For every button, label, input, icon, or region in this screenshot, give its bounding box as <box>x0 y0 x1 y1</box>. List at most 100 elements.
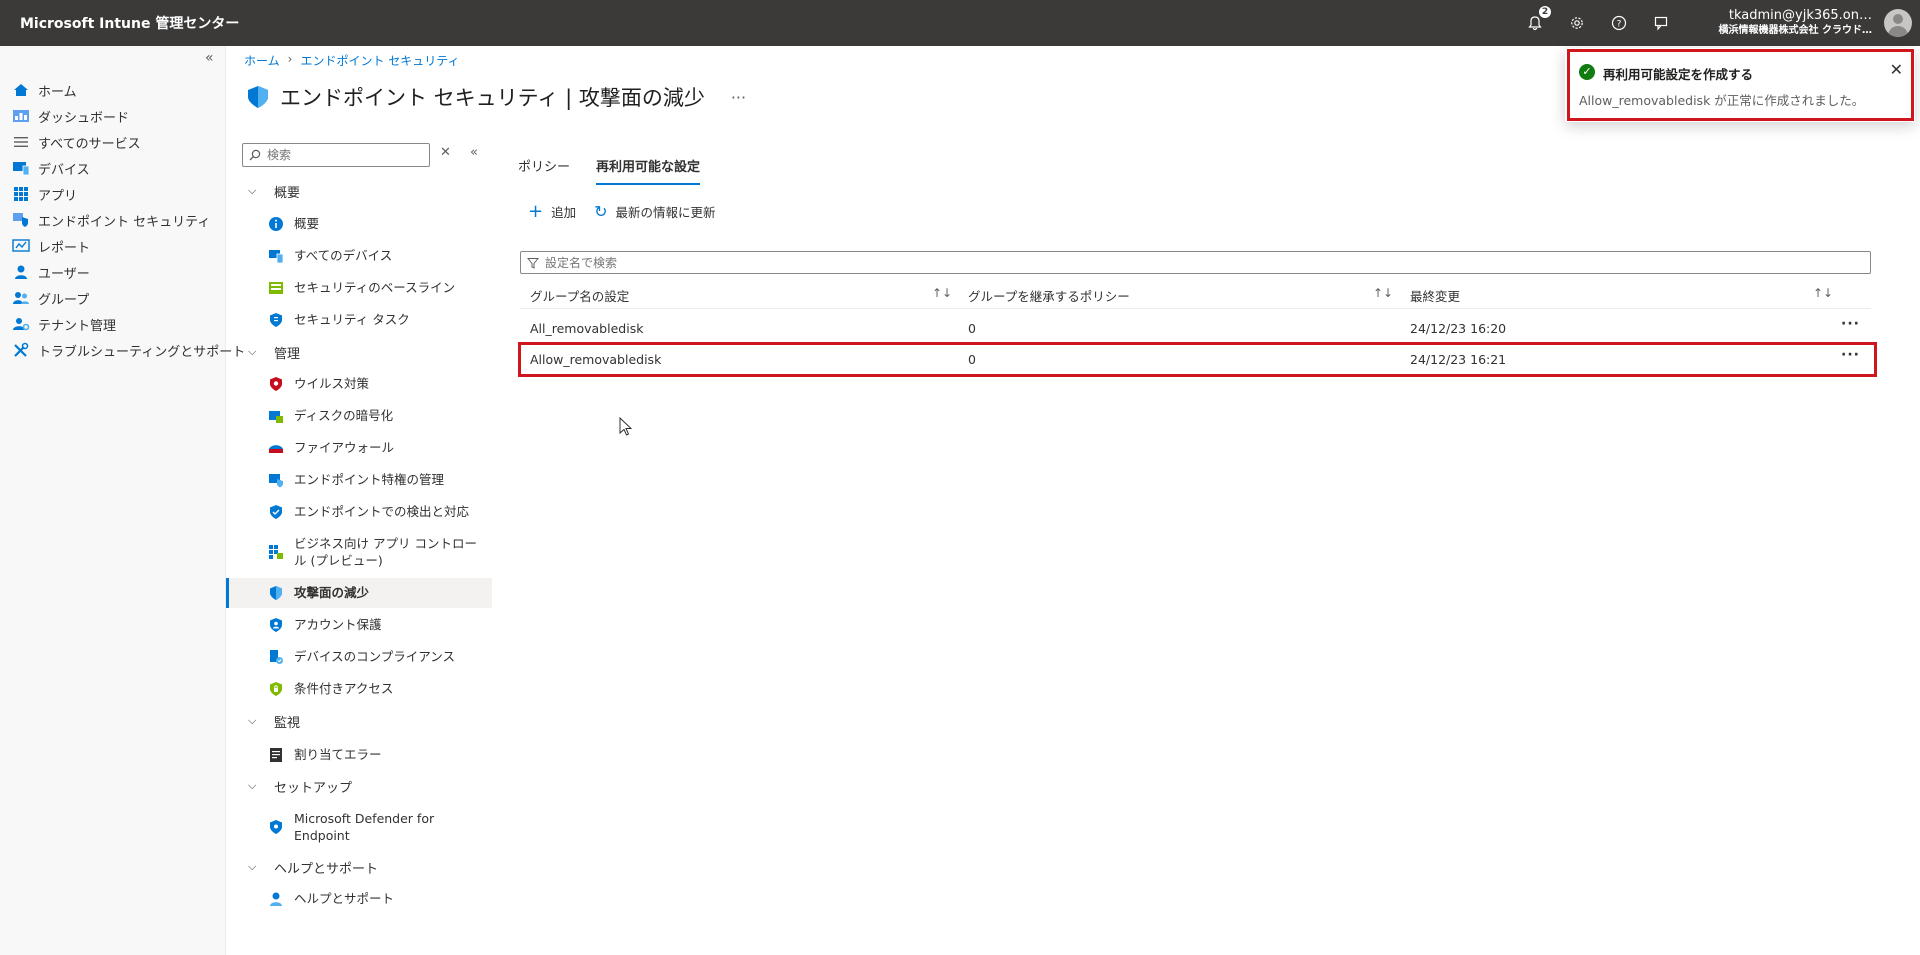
page-header: エンドポイント セキュリティ | 攻撃面の減少 ··· <box>246 82 746 112</box>
sort-icon[interactable]: ↑↓ <box>1813 286 1833 300</box>
more-icon[interactable]: ··· <box>731 88 746 107</box>
item-label: すべてのデバイス <box>294 248 393 263</box>
add-button[interactable]: + 追加 <box>528 202 576 221</box>
item-label: 割り当てエラー <box>294 747 382 762</box>
help-support-icon <box>268 891 284 907</box>
clear-search-icon[interactable]: ✕ <box>440 145 451 160</box>
subnav-item-tasks[interactable]: セキュリティ タスク <box>268 311 410 328</box>
page-title: エンドポイント セキュリティ | 攻撃面の減少 <box>280 86 705 110</box>
column-header-modified[interactable]: 最終変更 <box>1410 286 1460 305</box>
mouse-cursor-icon <box>619 417 633 436</box>
subnav-group-manage[interactable]: ⌵ 管理 <box>248 341 300 363</box>
collapse-subnav-icon[interactable]: « <box>470 145 478 160</box>
shield-icon <box>246 84 270 110</box>
avatar[interactable] <box>1884 9 1912 37</box>
row-more-icon[interactable]: ··· <box>1841 316 1860 332</box>
subnav-item-help-support[interactable]: ヘルプとサポート <box>268 890 394 907</box>
subnav-item-defender[interactable]: Microsoft Defender for Endpoint <box>268 810 434 844</box>
item-label: ウイルス対策 <box>294 376 370 391</box>
cell-name[interactable]: All_removabledisk <box>530 321 643 336</box>
nav-item-devices[interactable]: デバイス <box>12 155 90 181</box>
sort-icon[interactable]: ↑↓ <box>1373 286 1393 300</box>
subnav-item-app-control[interactable]: ビジネス向け アプリ コントロー ル (プレビュー) <box>268 535 477 569</box>
nav-label: グループ <box>38 292 90 308</box>
nav-label: デバイス <box>38 162 90 178</box>
bell-icon[interactable]: 2 <box>1526 6 1551 32</box>
subnav-item-privilege[interactable]: エンドポイント特権の管理 <box>268 471 444 488</box>
subnav-item-disk-encryption[interactable]: ディスクの暗号化 <box>268 407 393 424</box>
user-info[interactable]: tkadmin@yjk365.on… 横浜情報機器株式会社 クラウド… <box>1719 8 1872 38</box>
nav-item-tenant-admin[interactable]: テナント管理 <box>12 311 116 337</box>
subnav-search-input[interactable] <box>267 148 417 162</box>
nav-item-troubleshooting[interactable]: トラブルシューティングとサポート <box>12 337 245 363</box>
subnav-item-compliance[interactable]: デバイスのコンプライアンス <box>268 648 455 665</box>
nav-item-users[interactable]: ユーザー <box>12 259 90 285</box>
nav-item-endpoint-security[interactable]: エンドポイント セキュリティ <box>12 207 210 233</box>
nav-item-all-services[interactable]: すべてのサービス <box>12 129 141 155</box>
nav-item-dashboard[interactable]: ダッシュボード <box>12 103 129 129</box>
active-item-indicator <box>226 578 229 608</box>
item-label: デバイスのコンプライアンス <box>294 649 456 664</box>
firewall-icon <box>268 440 284 456</box>
subnav-item-assign-errors[interactable]: 割り当てエラー <box>268 746 382 763</box>
collapse-nav-icon[interactable]: « <box>205 50 214 66</box>
nav-label: エンドポイント セキュリティ <box>38 214 211 230</box>
item-label: ヘルプとサポート <box>294 891 395 906</box>
chevron-down-icon: ⌵ <box>248 184 257 197</box>
nav-item-groups[interactable]: グループ <box>12 285 89 311</box>
subnav-item-account-protection[interactable]: アカウント保護 <box>268 616 382 633</box>
subnav-group-help[interactable]: ⌵ ヘルプとサポート <box>248 856 378 878</box>
chevron-down-icon: ⌵ <box>248 714 257 727</box>
column-header-name[interactable]: グループ名の設定 <box>530 286 629 305</box>
refresh-icon: ↻ <box>594 202 608 221</box>
item-label: 条件付きアクセス <box>294 681 394 696</box>
subnav-item-all-devices[interactable]: すべてのデバイス <box>268 247 392 264</box>
nav-item-home[interactable]: ホーム <box>12 77 77 103</box>
subnav-item-baselines[interactable]: セキュリティのベースライン <box>268 279 455 296</box>
subnav-search[interactable] <box>242 143 430 167</box>
breadcrumb-home[interactable]: ホーム <box>244 52 280 69</box>
nav-item-apps[interactable]: アプリ <box>12 181 77 207</box>
item-label: 概要 <box>294 216 320 231</box>
home-icon <box>12 82 30 98</box>
subnav-item-antivirus[interactable]: ウイルス対策 <box>268 375 369 392</box>
tab-reusable-settings[interactable]: 再利用可能な設定 <box>596 156 701 185</box>
item-label: 攻撃面の減少 <box>294 585 370 600</box>
subnav-group-setup[interactable]: ⌵ セットアップ <box>248 775 352 797</box>
sort-icon[interactable]: ↑↓ <box>932 286 952 300</box>
column-header-policies[interactable]: グループを継承するポリシー <box>968 286 1130 305</box>
item-label: セキュリティのベースライン <box>294 280 456 295</box>
plus-icon: + <box>528 200 544 222</box>
disk-encryption-icon <box>268 408 284 424</box>
subnav-item-edr[interactable]: エンドポイントでの検出と対応 <box>268 503 469 520</box>
refresh-label: 最新の情報に更新 <box>615 205 716 220</box>
svg-text:?: ? <box>1617 20 1622 30</box>
filter-box[interactable] <box>520 251 1871 274</box>
subnav-item-asr[interactable]: 攻撃面の減少 <box>268 584 369 601</box>
tab-bar: ポリシー 再利用可能な設定 <box>518 156 701 185</box>
app-title[interactable]: Microsoft Intune 管理センター <box>20 13 239 33</box>
subnav-item-conditional-access[interactable]: 条件付きアクセス <box>268 680 393 697</box>
chevron-down-icon: ⌵ <box>248 345 257 358</box>
breadcrumb: ホーム › エンドポイント セキュリティ <box>244 52 460 69</box>
subnav-item-overview[interactable]: 概要 <box>268 215 319 232</box>
compliance-icon <box>268 649 284 665</box>
gear-icon[interactable] <box>1568 14 1586 32</box>
group-label: ヘルプとサポート <box>274 861 379 877</box>
filter-input[interactable] <box>545 255 1845 270</box>
subnav-group-monitor[interactable]: ⌵ 監視 <box>248 710 300 732</box>
breadcrumb-separator-icon: › <box>287 52 293 66</box>
subnav-group-overview[interactable]: ⌵ 概要 <box>248 180 300 202</box>
subnav-item-firewall[interactable]: ファイアウォール <box>268 439 394 456</box>
help-icon[interactable]: ? <box>1610 14 1628 32</box>
tab-policies[interactable]: ポリシー <box>518 156 570 185</box>
filter-icon <box>527 257 539 269</box>
shield-task-icon <box>268 312 284 328</box>
nav-item-reports[interactable]: レポート <box>12 233 90 259</box>
breadcrumb-current[interactable]: エンドポイント セキュリティ <box>300 52 459 69</box>
refresh-button[interactable]: ↻ 最新の情報に更新 <box>594 202 715 221</box>
add-label: 追加 <box>551 205 577 220</box>
feedback-icon[interactable] <box>1652 14 1670 32</box>
user-org: 横浜情報機器株式会社 クラウド… <box>1718 25 1872 36</box>
nav-label: レポート <box>38 240 91 256</box>
